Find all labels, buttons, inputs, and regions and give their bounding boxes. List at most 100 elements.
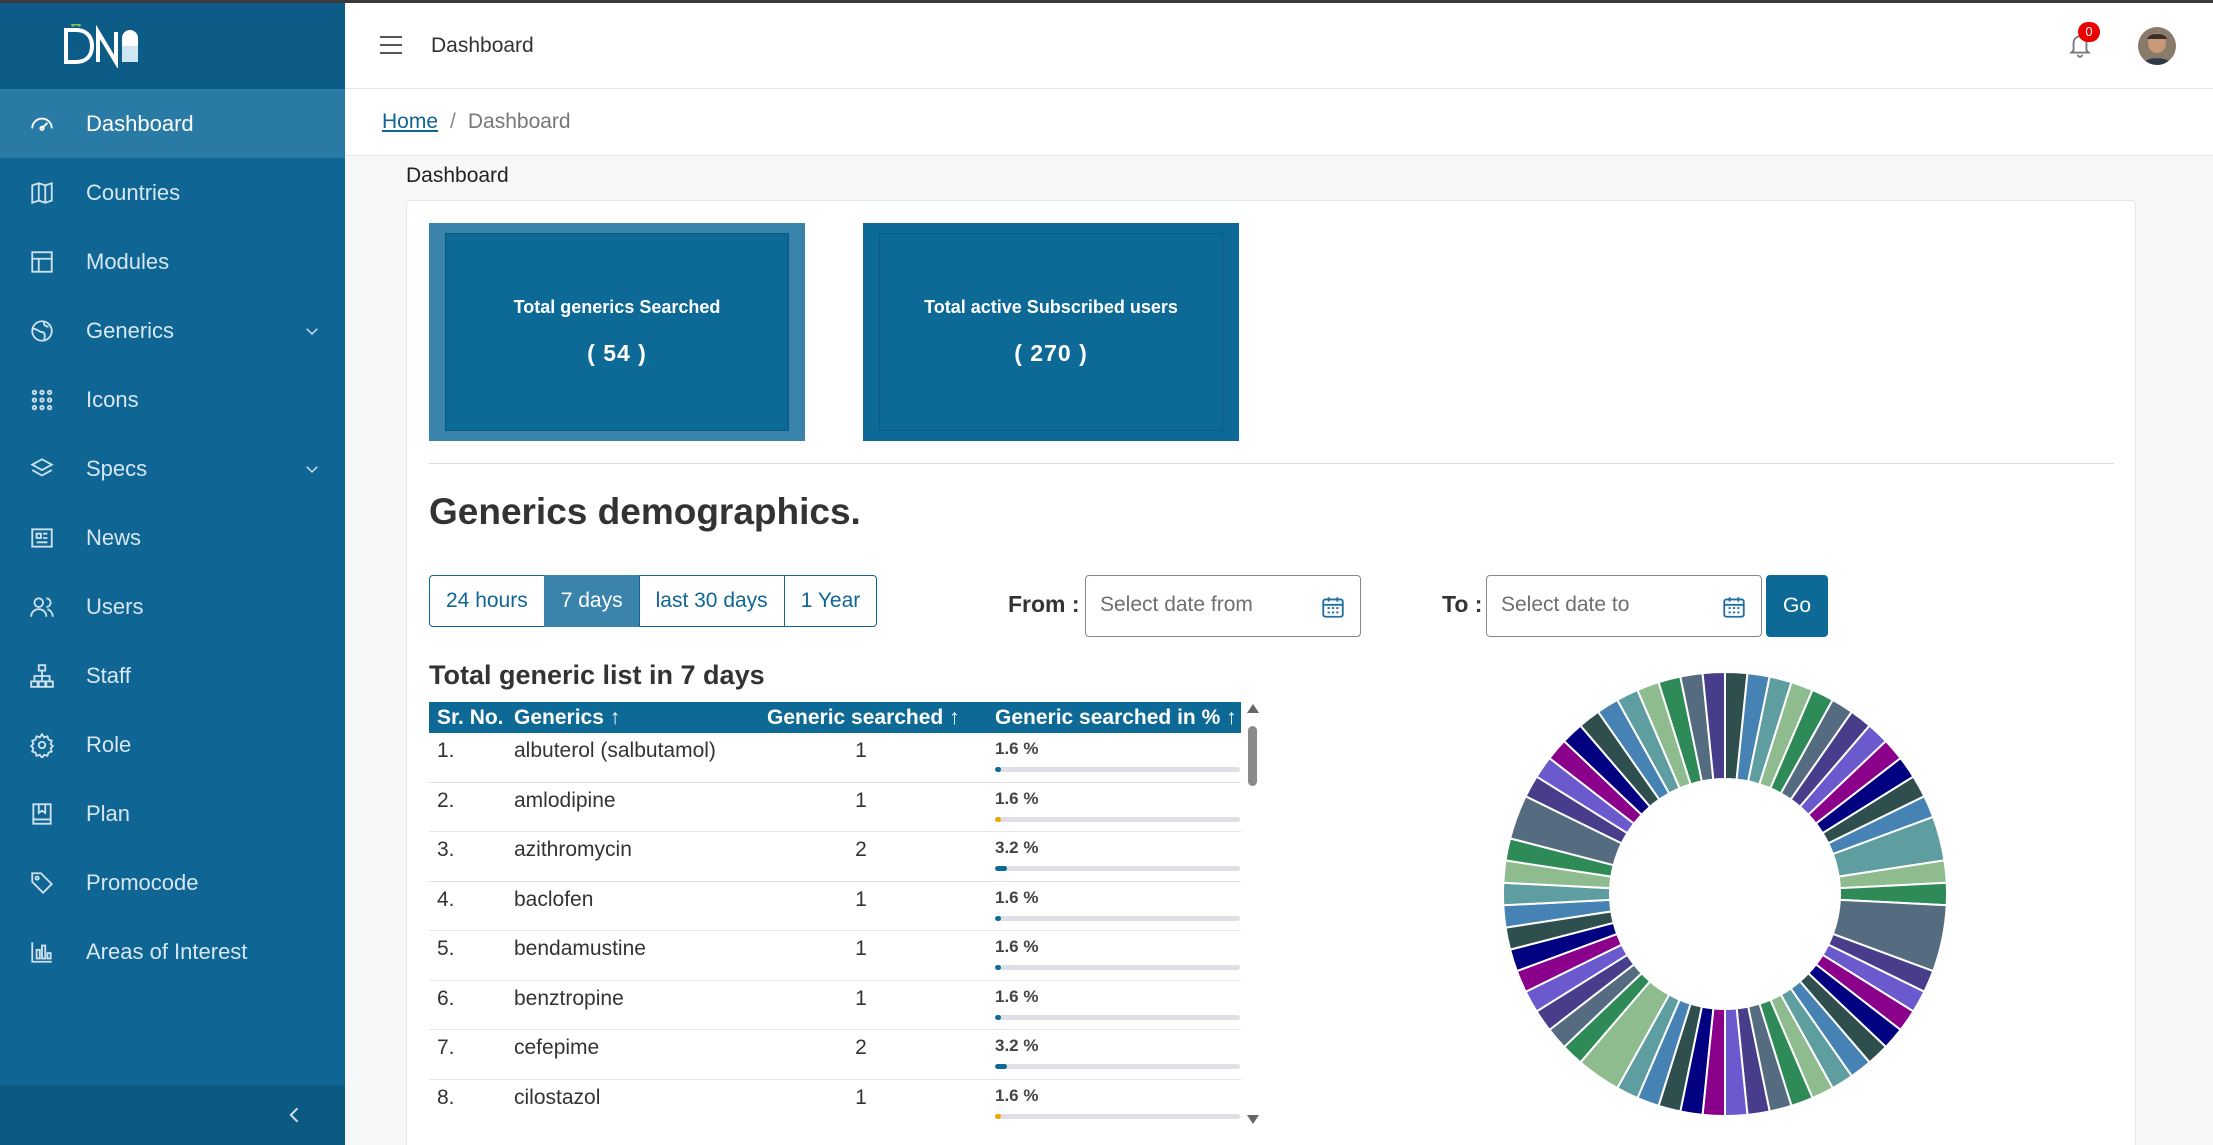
layout-icon: [28, 248, 56, 276]
sidebar-item-label: Plan: [86, 800, 131, 826]
sidebar-item-label: Generics: [86, 317, 175, 343]
cell-searched-count: 1: [855, 1085, 867, 1109]
sidebar-item-specs[interactable]: Specs: [0, 434, 345, 503]
avatar[interactable]: [2138, 27, 2176, 65]
dashboard-card: Total generics Searched ( 54 ) Total act…: [406, 200, 2136, 1145]
cell-searched-count: 1: [855, 788, 867, 812]
cell-sr-no: 3.: [437, 838, 455, 861]
sidebar: Dashboard Countries Modules Generics Ico…: [0, 3, 345, 1145]
cell-percent: 3.2 %: [987, 838, 1241, 871]
calendar-icon[interactable]: [1320, 594, 1346, 620]
range-1-year-button[interactable]: 1 Year: [783, 575, 878, 627]
demographics-title: Generics demographics.: [429, 491, 861, 532]
bar-chart-icon: [28, 938, 56, 966]
breadcrumb-home-link[interactable]: Home: [382, 110, 438, 134]
sidebar-item-label: Staff: [86, 662, 131, 688]
percent-progress-fill: [995, 965, 1001, 970]
column-header-generics[interactable]: Generics ↑: [514, 706, 767, 730]
percent-progress-fill: [995, 816, 1001, 822]
generics-table: Sr. No. Generics ↑ Generic searched ↑ Ge…: [429, 702, 1241, 1126]
percent-text: 3.2 %: [995, 1036, 1039, 1055]
percent-text: 3.2 %: [995, 838, 1039, 857]
date-to-field[interactable]: [1486, 575, 1762, 637]
cell-searched-count: 1: [855, 887, 867, 911]
cell-sr-no: 1.: [437, 739, 455, 762]
date-from-field[interactable]: [1085, 575, 1361, 637]
sidebar-item-countries[interactable]: Countries: [0, 158, 345, 227]
sidebar-item-icons[interactable]: Icons: [0, 365, 345, 434]
page-title: Dashboard: [406, 164, 509, 187]
cell-generic-name: benztropine: [514, 986, 624, 1010]
stat-card-inner: Total generics Searched ( 54 ): [445, 233, 789, 431]
date-to-input[interactable]: [1501, 576, 1711, 634]
percent-text: 1.6 %: [995, 788, 1039, 808]
column-header-searched[interactable]: Generic searched ↑: [767, 706, 987, 730]
sidebar-item-staff[interactable]: Staff: [0, 641, 345, 710]
generic-list-title: Total generic list in 7 days: [429, 660, 765, 690]
cell-percent: 1.6 %: [987, 739, 1241, 772]
to-label: To :: [1442, 591, 1483, 617]
table-body: 1. albuterol (salbutamol) 1 1.6 % 2. amlodipi…: [429, 733, 1241, 1126]
sidebar-item-label: News: [86, 524, 142, 550]
layers-icon: [28, 455, 56, 483]
stat-card-generics-searched[interactable]: Total generics Searched ( 54 ): [429, 223, 805, 441]
percent-text: 1.6 %: [995, 986, 1039, 1006]
sidebar-item-areas-of-interest[interactable]: Areas of Interest: [0, 917, 345, 986]
cell-searched-count: 1: [855, 986, 867, 1010]
top-header: Dashboard 0: [345, 3, 2213, 89]
table-row: 1. albuterol (salbutamol) 1 1.6 %: [429, 733, 1241, 783]
sidebar-item-plan[interactable]: Plan: [0, 779, 345, 848]
percent-progress-fill: [995, 767, 1001, 772]
go-button[interactable]: Go: [1766, 575, 1828, 637]
cell-percent: 1.6 %: [987, 937, 1241, 970]
brand-logo: [64, 24, 138, 68]
grid-dots-icon: [28, 386, 56, 414]
sidebar-item-role[interactable]: Role: [0, 710, 345, 779]
range-30-days-button[interactable]: last 30 days: [638, 575, 785, 627]
cell-generic-name: albuterol (salbutamol): [514, 739, 716, 762]
range-7-days-button[interactable]: 7 days: [543, 575, 640, 627]
cell-percent: 1.6 %: [987, 1086, 1241, 1119]
generics-donut-chart: [1502, 670, 1948, 1118]
sidebar-nav: Dashboard Countries Modules Generics Ico…: [0, 89, 345, 986]
range-24-hours-button[interactable]: 24 hours: [429, 575, 545, 627]
notification-badge: 0: [2078, 22, 2100, 42]
table-row: 4. baclofen 1 1.6 %: [429, 882, 1241, 931]
sitemap-icon: [28, 662, 56, 690]
cell-percent: 1.6 %: [987, 888, 1241, 921]
cell-percent: 1.6 %: [987, 987, 1241, 1020]
table-scrollbar[interactable]: [1245, 702, 1259, 1126]
percent-progress-fill: [995, 1014, 1001, 1020]
sidebar-item-generics[interactable]: Generics: [0, 296, 345, 365]
breadcrumb-current: Dashboard: [467, 110, 571, 133]
cell-generic-name: cefepime: [514, 1036, 600, 1059]
chevron-down-icon[interactable]: [303, 458, 321, 476]
sidebar-item-users[interactable]: Users: [0, 572, 345, 641]
cell-sr-no: 4.: [437, 887, 455, 911]
sidebar-item-dashboard[interactable]: Dashboard: [0, 89, 345, 158]
table-row: 3. azithromycin 2 3.2 %: [429, 832, 1241, 882]
newspaper-icon: [28, 524, 56, 552]
column-header-percent[interactable]: Generic searched in % ↑: [987, 706, 1241, 730]
percent-progress-bar: [995, 1014, 1240, 1020]
stat-card-subscribed-users[interactable]: Total active Subscribed users ( 270 ): [863, 223, 1239, 441]
sidebar-item-promocode[interactable]: Promocode: [0, 848, 345, 917]
calendar-icon[interactable]: [1721, 594, 1747, 620]
cell-generic-name: cilostazol: [514, 1085, 601, 1109]
cell-generic-name: amlodipine: [514, 788, 616, 812]
sidebar-item-modules[interactable]: Modules: [0, 227, 345, 296]
stat-value: ( 270 ): [1014, 340, 1088, 366]
scroll-up-arrow-icon[interactable]: [1247, 704, 1259, 713]
chevron-down-icon[interactable]: [303, 320, 321, 338]
sidebar-item-label: Icons: [86, 386, 139, 412]
sidebar-collapse-button[interactable]: [0, 1085, 345, 1145]
menu-toggle-icon[interactable]: [380, 36, 402, 54]
sidebar-item-news[interactable]: News: [0, 503, 345, 572]
stat-label: Total active Subscribed users: [924, 297, 1178, 317]
scrollbar-thumb[interactable]: [1248, 726, 1257, 786]
date-from-input[interactable]: [1100, 576, 1310, 634]
brand[interactable]: [0, 3, 345, 89]
scroll-down-arrow-icon[interactable]: [1247, 1115, 1259, 1124]
percent-progress-bar: [995, 816, 1240, 822]
percent-progress-fill: [995, 1064, 1007, 1069]
